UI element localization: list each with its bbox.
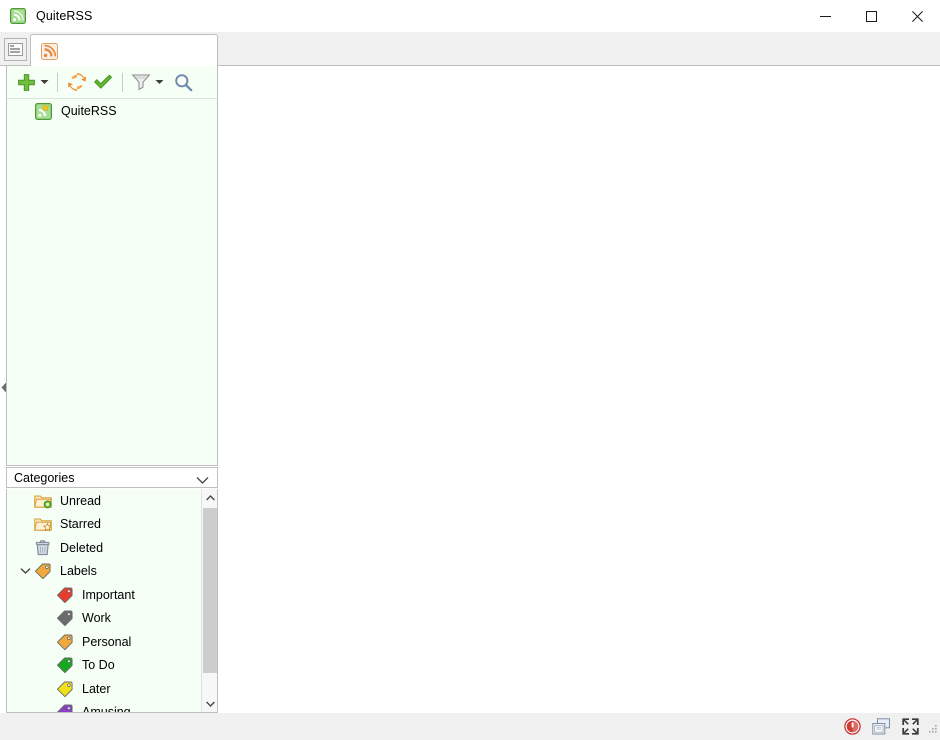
- article-content-area: [219, 66, 940, 713]
- chevron-down-icon[interactable]: [196, 472, 209, 490]
- close-button[interactable]: [894, 0, 940, 32]
- scroll-down-button[interactable]: [202, 695, 217, 712]
- category-item-label: Starred: [60, 517, 101, 532]
- stop-loading-icon[interactable]: [839, 716, 865, 738]
- categories-panel: Unread Starred Deleted Labels Important Work P…: [6, 489, 218, 713]
- tab-strip: [0, 32, 940, 67]
- tag-icon: [56, 609, 74, 627]
- category-item-label: Personal: [82, 634, 132, 649]
- mark-read-button[interactable]: [90, 69, 116, 95]
- category-item[interactable]: Later: [7, 677, 203, 701]
- folder-starred-icon: [34, 515, 52, 533]
- category-item[interactable]: Amusing: [7, 701, 203, 713]
- minimize-button[interactable]: [802, 0, 848, 32]
- scroll-thumb[interactable]: [203, 508, 217, 673]
- tag-icon: [56, 633, 74, 651]
- rss-icon: [10, 8, 26, 24]
- category-item[interactable]: Deleted: [7, 536, 203, 560]
- feeds-panel: QuiteRSS: [6, 66, 218, 466]
- update-feed-button[interactable]: [64, 69, 90, 95]
- rss-feed-icon: [35, 102, 52, 120]
- rss-icon: [41, 42, 58, 60]
- maximize-button[interactable]: [848, 0, 894, 32]
- categories-scrollbar[interactable]: [201, 489, 217, 712]
- feed-tree-item[interactable]: QuiteRSS: [7, 99, 217, 123]
- title-bar: QuiteRSS: [0, 0, 940, 32]
- category-item[interactable]: Work: [7, 607, 203, 631]
- category-item-label: Later: [82, 681, 111, 696]
- toolbar-separator: [57, 72, 58, 92]
- tag-icon: [56, 703, 74, 712]
- search-feed-button[interactable]: [170, 69, 196, 95]
- category-item-label: Labels: [60, 564, 97, 579]
- category-item-label: Important: [82, 587, 135, 602]
- tab-list-button[interactable]: [4, 38, 27, 61]
- category-item-label: Unread: [60, 493, 101, 508]
- fullscreen-icon[interactable]: [897, 716, 923, 738]
- resize-grip[interactable]: [926, 720, 938, 734]
- add-feed-dropdown-arrow[interactable]: [38, 69, 51, 95]
- tag-icon: [56, 586, 74, 604]
- category-item[interactable]: Labels: [7, 560, 203, 584]
- category-item-label: Deleted: [60, 540, 104, 555]
- tag-icon: [56, 680, 74, 698]
- feed-tree[interactable]: QuiteRSS: [7, 99, 217, 465]
- feed-tree-item-label: QuiteRSS: [61, 104, 117, 118]
- category-item[interactable]: Important: [7, 583, 203, 607]
- category-item[interactable]: To Do: [7, 654, 203, 678]
- filter-feeds-button[interactable]: [129, 69, 153, 95]
- tag-icon: [34, 562, 52, 580]
- folder-unread-icon: [34, 492, 52, 510]
- category-item-label: Amusing: [82, 705, 131, 713]
- category-item-label: Work: [82, 611, 111, 626]
- add-feed-button[interactable]: [14, 69, 38, 95]
- categories-header-label: Categories: [14, 470, 75, 485]
- splitter-collapse-arrow[interactable]: [0, 381, 7, 394]
- category-item[interactable]: Unread: [7, 489, 203, 513]
- window-title: QuiteRSS: [36, 9, 93, 23]
- categories-header[interactable]: Categories: [6, 467, 218, 488]
- category-item[interactable]: Personal: [7, 630, 203, 654]
- layout-toggle-icon[interactable]: [868, 716, 894, 738]
- filter-dropdown-arrow[interactable]: [153, 69, 166, 95]
- status-bar: [0, 713, 940, 740]
- trash-icon: [34, 539, 52, 557]
- quiterss-window: QuiteRSS QuiteRSS Categories Unread Star…: [0, 0, 940, 740]
- chevron-down-icon[interactable]: [17, 567, 34, 575]
- category-item-label: To Do: [82, 658, 115, 673]
- feeds-toolbar: [7, 66, 217, 99]
- category-item[interactable]: Starred: [7, 513, 203, 537]
- scroll-up-button[interactable]: [202, 489, 217, 506]
- tab-feeds[interactable]: [30, 34, 218, 67]
- categories-tree[interactable]: Unread Starred Deleted Labels Important Work P…: [7, 489, 203, 712]
- tag-icon: [56, 656, 74, 674]
- toolbar-separator: [122, 72, 123, 92]
